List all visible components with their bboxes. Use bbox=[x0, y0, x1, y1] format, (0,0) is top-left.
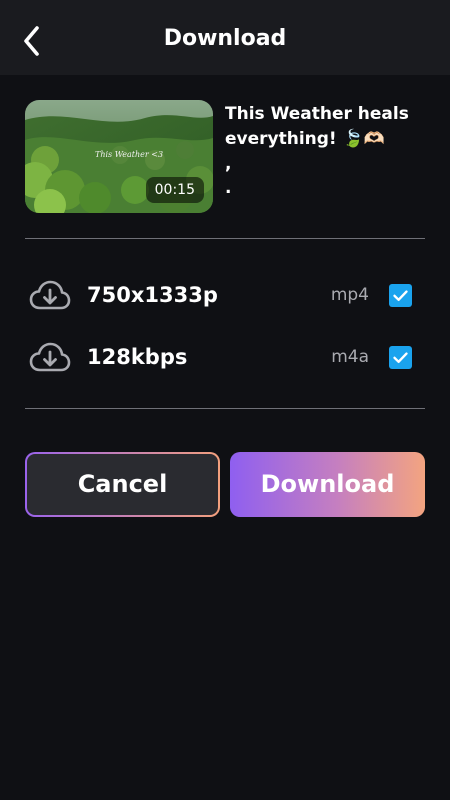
video-title-line: . bbox=[225, 178, 232, 198]
checkmark-icon bbox=[393, 290, 408, 302]
cancel-button[interactable]: Cancel bbox=[25, 452, 220, 517]
video-info: This Weather <3 00:15 This Weather heals… bbox=[25, 100, 425, 214]
option-format: m4a bbox=[331, 347, 369, 367]
video-title-extra: , . bbox=[225, 152, 425, 200]
format-option-audio[interactable]: 128kbps m4a bbox=[25, 335, 425, 379]
checkmark-icon bbox=[393, 352, 408, 364]
video-title-line: , bbox=[225, 154, 232, 174]
cancel-button-label: Cancel bbox=[27, 454, 218, 515]
download-button[interactable]: Download bbox=[230, 452, 425, 517]
video-title: This Weather heals everything! 🍃🫶🏻 bbox=[225, 104, 409, 149]
cloud-download-icon bbox=[29, 341, 71, 373]
cloud-download-icon bbox=[29, 279, 71, 311]
format-option-video[interactable]: 750x1333p mp4 bbox=[25, 273, 425, 317]
option-format: mp4 bbox=[330, 285, 369, 305]
duration-badge: 00:15 bbox=[145, 177, 204, 203]
divider bbox=[25, 238, 425, 239]
option-checkbox[interactable] bbox=[389, 284, 412, 307]
option-checkbox[interactable] bbox=[389, 346, 412, 369]
option-resolution: 750x1333p bbox=[87, 283, 218, 307]
option-bitrate: 128kbps bbox=[87, 345, 188, 369]
page-title: Download bbox=[163, 26, 287, 51]
thumbnail-caption: This Weather <3 bbox=[95, 150, 164, 159]
video-thumbnail[interactable]: This Weather <3 00:15 bbox=[25, 100, 213, 213]
top-bar: Download bbox=[0, 0, 450, 75]
divider bbox=[25, 408, 425, 409]
